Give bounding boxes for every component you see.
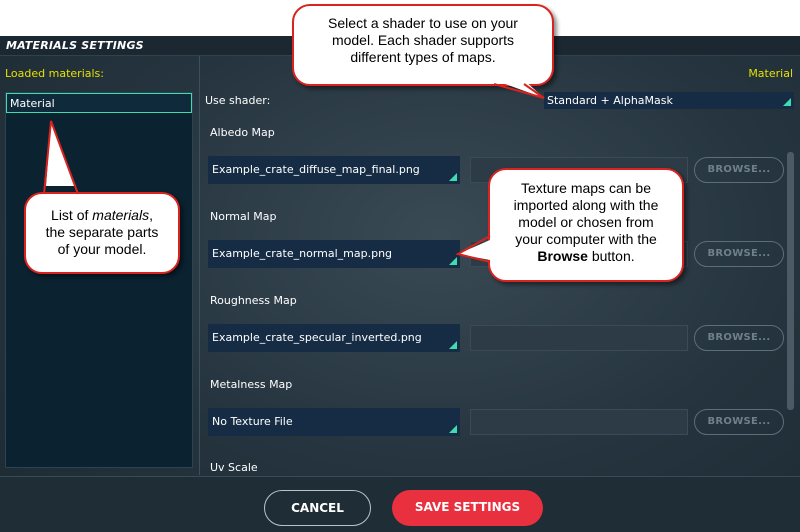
save-settings-button[interactable]: SAVE SETTINGS [392, 490, 543, 526]
normal-browse-button[interactable]: BROWSE... [694, 241, 784, 267]
footer-bar: CANCEL SAVE SETTINGS [0, 476, 800, 532]
materials-list[interactable]: Material [5, 92, 193, 468]
albedo-map-dropdown[interactable]: Example_crate_diffuse_map_final.png [208, 156, 460, 184]
shader-dropdown[interactable]: Standard + AlphaMask [544, 92, 794, 109]
texture-callout-line: Texture maps can be [521, 180, 651, 196]
materials-callout-line: of your model. [57, 241, 147, 257]
texture-callout-text: button. [587, 248, 635, 264]
albedo-browse-button[interactable]: BROWSE... [694, 157, 784, 183]
shader-callout-line: Select a shader to use on your [328, 15, 518, 31]
materials-callout: List of materials, the separate parts of… [24, 120, 180, 274]
normal-map-dropdown[interactable]: Example_crate_normal_map.png [208, 240, 460, 268]
callout-pointer [455, 235, 491, 263]
dropdown-arrow-icon [449, 341, 457, 349]
texture-callout: Texture maps can be imported along with … [455, 168, 684, 282]
materials-callout-line: the separate parts [45, 224, 159, 240]
metalness-texture-path-field[interactable] [470, 409, 688, 435]
materials-callout-emphasis: materials [92, 207, 150, 223]
callout-pointer [43, 120, 79, 195]
material-list-item[interactable]: Material [6, 93, 192, 113]
properties-scrollbar[interactable] [787, 152, 794, 410]
uv-scale-label: Uv Scale [210, 461, 258, 474]
texture-callout-line: model or chosen from [518, 214, 654, 230]
texture-callout-line: your computer with the [515, 231, 657, 247]
callout-pointer [493, 80, 545, 99]
shader-callout-line: different types of maps. [350, 49, 496, 65]
selected-material-name: Material [748, 67, 793, 80]
dropdown-arrow-icon [783, 98, 791, 106]
window-title: MATERIALS SETTINGS [6, 39, 144, 52]
materials-callout-line: List of materials, [26, 207, 178, 224]
shader-dropdown-value: Standard + AlphaMask [547, 94, 673, 107]
roughness-browse-button[interactable]: BROWSE... [694, 325, 784, 351]
metalness-map-value: No Texture File [212, 415, 293, 428]
cancel-button[interactable]: CANCEL [264, 490, 371, 526]
roughness-map-label: Roughness Map [210, 294, 297, 307]
texture-callout-emphasis: Browse [537, 248, 588, 264]
dropdown-arrow-icon [449, 425, 457, 433]
texture-callout-line: Browse button. [490, 248, 682, 265]
materials-settings-window: MATERIALS SETTINGS Loaded materials: Mat… [0, 36, 800, 532]
roughness-map-dropdown[interactable]: Example_crate_specular_inverted.png [208, 324, 460, 352]
shader-callout-line: model. Each shader supports [331, 32, 515, 48]
normal-map-label: Normal Map [210, 210, 277, 223]
dropdown-arrow-icon [449, 257, 457, 265]
loaded-materials-label: Loaded materials: [5, 67, 104, 80]
albedo-map-label: Albedo Map [210, 126, 275, 139]
metalness-browse-button[interactable]: BROWSE... [694, 409, 784, 435]
texture-callout-line: imported along with the [513, 197, 659, 213]
shader-callout: Select a shader to use on your model. Ea… [292, 4, 554, 99]
albedo-map-value: Example_crate_diffuse_map_final.png [212, 163, 420, 176]
roughness-texture-path-field[interactable] [470, 325, 688, 351]
normal-map-value: Example_crate_normal_map.png [212, 247, 393, 260]
materials-callout-text: , [149, 207, 153, 223]
use-shader-label: Use shader: [205, 94, 271, 107]
metalness-map-dropdown[interactable]: No Texture File [208, 408, 460, 436]
roughness-map-value: Example_crate_specular_inverted.png [212, 331, 422, 344]
metalness-map-label: Metalness Map [210, 378, 293, 391]
dropdown-arrow-icon [449, 173, 457, 181]
materials-callout-text: List of [51, 207, 93, 223]
